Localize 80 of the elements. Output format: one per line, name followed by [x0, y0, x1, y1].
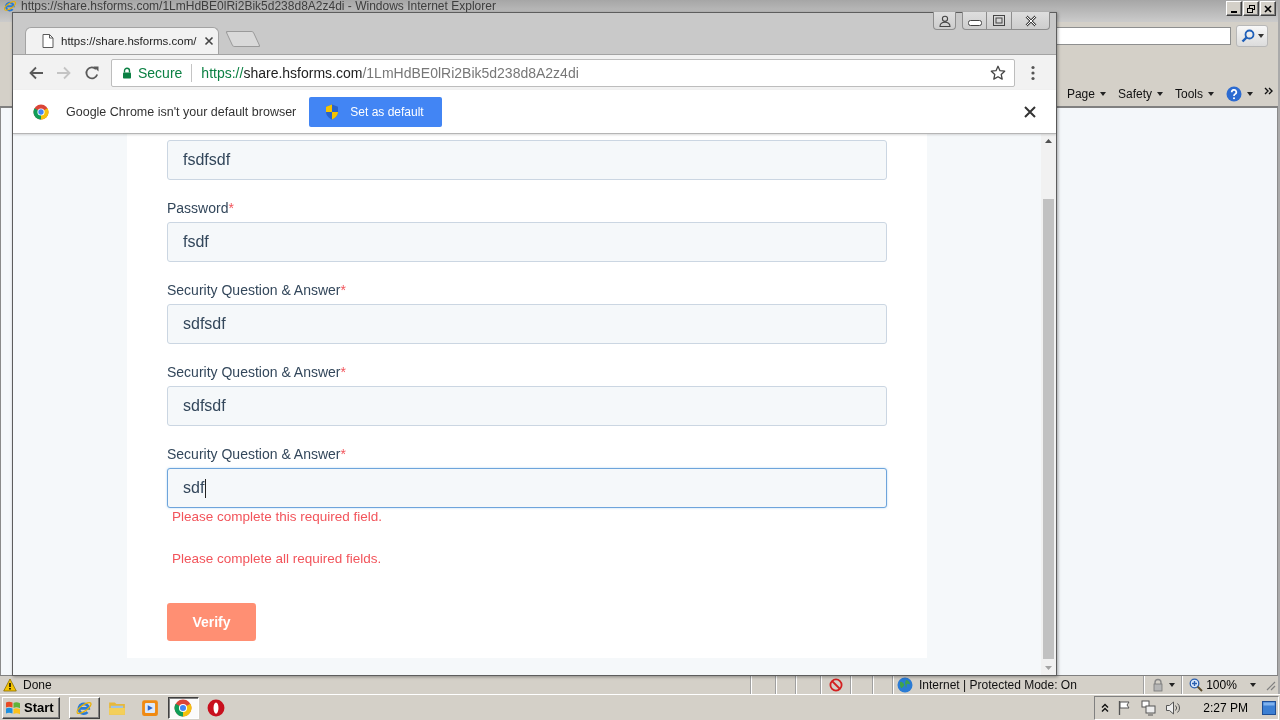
text-cursor-icon	[205, 478, 207, 498]
scrollbar[interactable]	[1041, 134, 1056, 675]
network-icon[interactable]	[1141, 699, 1158, 716]
restore-icon	[1247, 4, 1255, 13]
minimize-icon	[967, 20, 982, 26]
caret-icon	[1249, 683, 1256, 687]
menu-button[interactable]: Tools	[1170, 84, 1219, 104]
text-field[interactable]: sdf	[167, 468, 887, 508]
close-icon	[1024, 14, 1037, 27]
status-text: Done	[23, 678, 52, 692]
scrollbar-thumb[interactable]	[1043, 199, 1054, 659]
set-default-button[interactable]: Set as default	[309, 96, 442, 127]
help-icon	[1226, 86, 1242, 102]
caret-icon	[1257, 34, 1264, 38]
browser-logo-icon	[174, 698, 193, 717]
resize-grip-icon[interactable]	[1264, 679, 1276, 691]
security-label: Secure	[138, 64, 183, 81]
text-field[interactable]: fsdfsdf	[167, 140, 887, 180]
browser-tab[interactable]: https://share.hsforms.com/	[25, 27, 219, 54]
e-logo-icon	[3, 0, 17, 13]
windows-logo-icon	[5, 699, 21, 716]
double-chevron-icon[interactable]	[1264, 87, 1273, 95]
back-arrow-icon	[28, 64, 44, 81]
close-button[interactable]	[1012, 12, 1050, 30]
url-text: https://share.hsforms.com/1LmHdBE0lRi2Bik5d238d8A2z4di	[201, 64, 579, 81]
text-field[interactable]: sdfsdf	[167, 304, 887, 344]
address-bar[interactable]: Secure https://share.hsforms.com/1LmHdBE0lRi2Bik5d238d8A2z4di	[111, 58, 1015, 87]
error-message: Please complete all required fields.	[171, 552, 382, 566]
close-icon	[1264, 4, 1272, 13]
menu-dots-icon	[1031, 64, 1035, 81]
caret-icon	[1247, 92, 1253, 96]
search-icon	[1240, 29, 1255, 43]
star-icon[interactable]	[990, 64, 1006, 81]
maximize-icon	[993, 14, 1005, 27]
field-label: Security Question & Answer*	[167, 364, 346, 380]
blocked-icon	[828, 678, 843, 692]
zone-text: Internet | Protected Mode: On	[919, 678, 1077, 692]
chevron-up-icon[interactable]	[1101, 702, 1110, 713]
start-button[interactable]: Start	[2, 696, 60, 719]
menu-button[interactable]: Safety	[1112, 84, 1168, 104]
restore-button[interactable]	[1243, 1, 1259, 16]
search-button[interactable]	[1236, 25, 1268, 47]
caret-icon	[1099, 92, 1106, 96]
menu-button[interactable]: Page	[1061, 84, 1111, 104]
maximize-button[interactable]	[987, 12, 1012, 30]
close-icon[interactable]	[203, 36, 214, 46]
close-icon[interactable]	[1024, 105, 1036, 118]
warning-icon	[3, 678, 17, 692]
shield-icon	[325, 103, 340, 120]
field-label: Security Question & Answer*	[167, 282, 346, 298]
window-title: https://share.hsforms.com/1LmHdBE0lRi2Bik5d238d8A2z4di - Windows Internet Explorer	[21, 0, 497, 12]
tab-title: https://share.hsforms.com/	[61, 35, 197, 47]
document-icon	[42, 34, 54, 48]
caret-icon	[1208, 92, 1214, 96]
globe-icon	[897, 677, 913, 693]
text-field[interactable]: sdfsdf	[167, 386, 887, 426]
caret-icon	[1168, 683, 1175, 687]
field-label: Security Question & Answer*	[167, 446, 346, 462]
speaker-icon[interactable]	[1165, 699, 1182, 716]
zoom-button[interactable]: 100%	[1187, 677, 1258, 693]
profile-button[interactable]	[933, 12, 956, 30]
ring-logo-icon	[207, 698, 226, 717]
play-icon	[141, 698, 160, 717]
desktop-icon[interactable]	[1262, 699, 1276, 716]
zoom-icon	[1189, 678, 1204, 692]
lock-icon	[122, 66, 132, 79]
error-message: Please complete this required field.	[171, 510, 383, 524]
forward-arrow-icon	[56, 64, 72, 81]
minimize-icon	[1231, 10, 1237, 13]
caret-icon	[1157, 92, 1163, 96]
field-label: Password*	[167, 200, 234, 216]
taskbar-button[interactable]	[167, 696, 199, 719]
reload-icon	[84, 64, 100, 81]
person-icon	[938, 14, 951, 27]
text-field[interactable]: fsdf	[167, 222, 887, 262]
browser-logo-icon	[33, 103, 49, 120]
infobar-message: Google Chrome isn't your default browser	[66, 104, 297, 119]
search-field[interactable]	[1055, 27, 1231, 45]
clock-text: 2:27 PM	[1203, 700, 1248, 715]
minimize-button[interactable]	[962, 12, 987, 30]
